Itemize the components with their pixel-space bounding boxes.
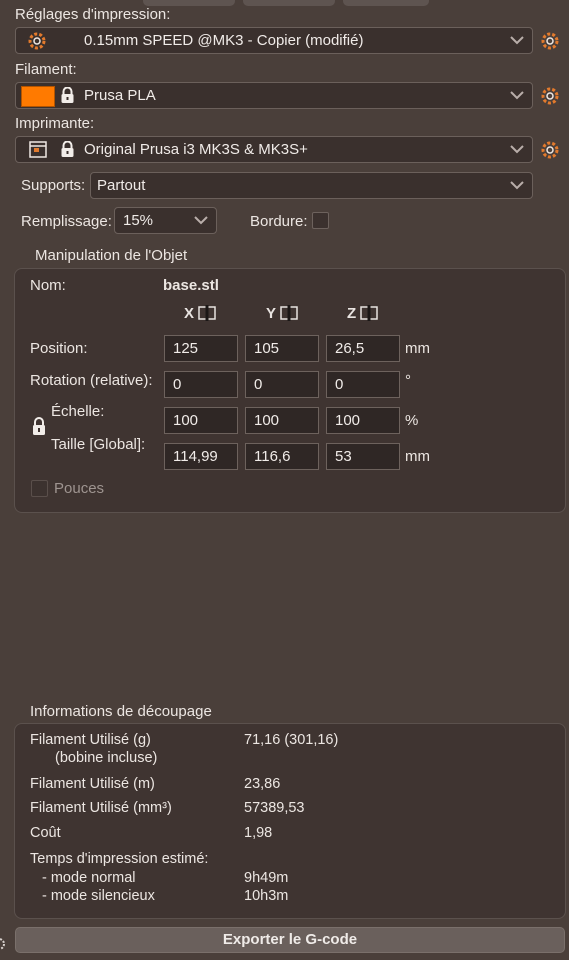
position-y-field[interactable]: 105 xyxy=(245,335,319,362)
chevron-down-icon xyxy=(510,36,524,45)
top-tab-button-3[interactable] xyxy=(343,0,429,6)
axis-y-header: Y xyxy=(266,305,298,322)
lock-icon xyxy=(61,87,74,103)
object-manipulation-title: Manipulation de l'Objet xyxy=(35,247,188,264)
chevron-down-icon xyxy=(510,181,524,190)
filament-mm3-value: 57389,53 xyxy=(244,800,305,816)
top-tab-button-2[interactable] xyxy=(243,0,335,6)
print-settings-icon xyxy=(28,32,46,50)
chevron-down-icon xyxy=(510,145,524,154)
position-x-field[interactable]: 125 xyxy=(164,335,238,362)
infill-label: Remplissage: xyxy=(21,213,112,230)
size-label: Taille [Global]: xyxy=(51,436,146,453)
cost-value: 1,98 xyxy=(244,825,273,841)
filament-combo[interactable]: Prusa PLA xyxy=(15,82,533,109)
scale-x-field[interactable]: 100 xyxy=(164,407,238,434)
print-settings-value: 0.15mm SPEED @MK3 - Copier (modifié) xyxy=(84,32,364,49)
position-unit: mm xyxy=(405,340,430,357)
scale-lock-icon[interactable] xyxy=(31,417,47,436)
brim-label: Bordure: xyxy=(250,213,308,230)
axis-x-label: X xyxy=(184,305,195,322)
filament-label: Filament: xyxy=(15,61,77,78)
cost-label: Coût xyxy=(30,825,61,841)
rotation-unit: ° xyxy=(405,372,411,389)
axis-x-icon xyxy=(198,305,216,321)
name-label: Nom: xyxy=(30,277,66,294)
scale-unit: % xyxy=(405,412,419,429)
print-time-label: Temps d'impression estimé: xyxy=(30,851,209,867)
print-settings-combo[interactable]: 0.15mm SPEED @MK3 - Copier (modifié) xyxy=(15,27,533,54)
rotation-label: Rotation (relative): xyxy=(30,372,153,389)
lock-icon xyxy=(61,141,74,157)
brim-checkbox[interactable] xyxy=(312,212,329,229)
size-x-field[interactable]: 114,99 xyxy=(164,443,238,470)
export-gcode-button[interactable]: Exporter le G-code xyxy=(15,927,565,953)
axis-y-icon xyxy=(280,305,298,321)
inches-label: Pouces xyxy=(54,480,105,497)
rotation-y-field[interactable]: 0 xyxy=(245,371,319,398)
filament-g-value: 71,16 (301,16) xyxy=(244,732,339,748)
size-unit: mm xyxy=(405,448,430,465)
filament-m-value: 23,86 xyxy=(244,776,281,792)
size-z-field[interactable]: 53 xyxy=(326,443,400,470)
normal-mode-label: - mode normal xyxy=(42,870,136,886)
supports-label: Supports: xyxy=(21,177,86,194)
scale-y-field[interactable]: 100 xyxy=(245,407,319,434)
filament-m-label: Filament Utilisé (m) xyxy=(30,776,155,792)
printer-label: Imprimante: xyxy=(15,115,95,132)
gear-icon[interactable] xyxy=(0,937,6,951)
infill-value: 15% xyxy=(123,212,154,229)
normal-mode-value: 9h49m xyxy=(244,870,289,886)
printer-icon xyxy=(29,141,47,158)
print-settings-label: Réglages d'impression: xyxy=(15,6,171,23)
position-z-field[interactable]: 26,5 xyxy=(326,335,400,362)
filament-g-label: Filament Utilisé (g) xyxy=(30,732,151,748)
axis-x-header: X xyxy=(184,305,216,322)
silent-mode-value: 10h3m xyxy=(244,888,289,904)
chevron-down-icon xyxy=(510,91,524,100)
size-y-field[interactable]: 116,6 xyxy=(245,443,319,470)
axis-z-header: Z xyxy=(347,305,378,322)
axis-y-label: Y xyxy=(266,305,277,322)
printer-value: Original Prusa i3 MK3S & MK3S+ xyxy=(84,141,308,158)
filament-value: Prusa PLA xyxy=(84,87,156,104)
chevron-down-icon xyxy=(194,216,208,225)
rotation-z-field[interactable]: 0 xyxy=(326,371,400,398)
scale-label: Échelle: xyxy=(51,403,105,420)
filament-mm3-label: Filament Utilisé (mm³) xyxy=(30,800,172,816)
gear-icon[interactable] xyxy=(541,141,559,159)
rotation-x-field[interactable]: 0 xyxy=(164,371,238,398)
supports-value: Partout xyxy=(97,177,146,194)
slicing-info-title: Informations de découpage xyxy=(30,703,212,720)
filament-color-swatch[interactable] xyxy=(21,86,55,107)
axis-z-icon xyxy=(360,305,378,321)
infill-combo[interactable]: 15% xyxy=(114,207,217,234)
inches-checkbox[interactable] xyxy=(31,480,48,497)
position-label: Position: xyxy=(30,340,88,357)
printer-combo[interactable]: Original Prusa i3 MK3S & MK3S+ xyxy=(15,136,533,163)
gear-icon[interactable] xyxy=(541,32,559,50)
axis-z-label: Z xyxy=(347,305,357,322)
silent-mode-label: - mode silencieux xyxy=(42,888,155,904)
supports-combo[interactable]: Partout xyxy=(90,172,533,199)
filament-g-sublabel: (bobine incluse) xyxy=(55,750,158,766)
scale-z-field[interactable]: 100 xyxy=(326,407,400,434)
gear-icon[interactable] xyxy=(541,87,559,105)
object-name: base.stl xyxy=(163,277,219,294)
